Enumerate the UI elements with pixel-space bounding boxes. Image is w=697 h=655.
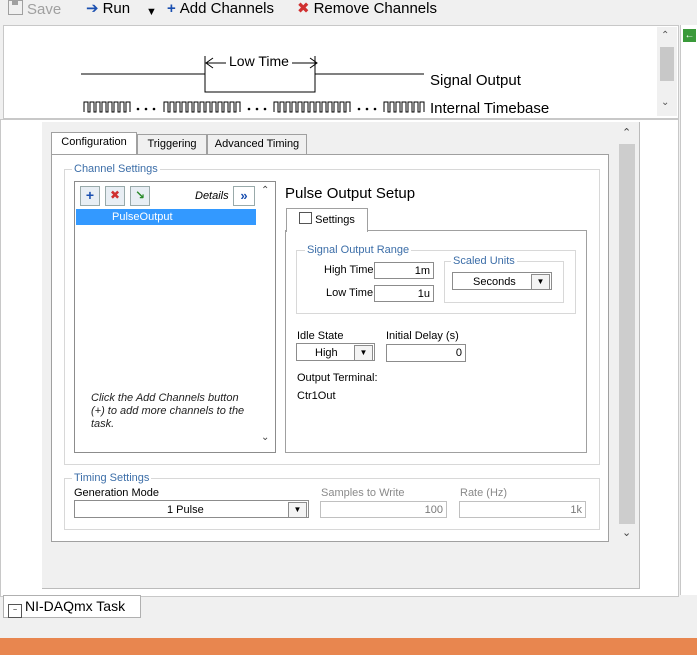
remove-channels-button[interactable]: ✖ Remove Channels — [297, 0, 437, 20]
plus-icon: + — [167, 0, 176, 17]
add-channels-hint: Click the Add Channels button (+) to add… — [91, 392, 245, 430]
scaled-units-title: Scaled Units — [451, 255, 517, 267]
taskbar-strip — [0, 638, 697, 655]
x-icon: ✖ — [297, 0, 310, 17]
run-button[interactable]: ➔ Run — [86, 0, 130, 20]
idle-state-value: High — [315, 347, 338, 359]
diagram-scrollbar[interactable]: ⌃ ⌄ — [657, 27, 677, 116]
timing-diagram: Low Time Signal Output Internal Timebase — [3, 25, 679, 119]
low-time-label: Low Time — [326, 287, 374, 299]
run-label: Run — [102, 0, 131, 17]
timing-diagram-svg — [81, 56, 425, 113]
remove-channel-button[interactable]: ✖ — [105, 186, 125, 206]
channel-list-scrollbar[interactable]: ⌃ ⌄ — [257, 182, 274, 450]
main-scrollbar[interactable]: ⌃ ⌄ — [617, 124, 637, 544]
initial-delay-input[interactable]: 0 — [386, 344, 466, 362]
channel-settings-title: Channel Settings — [72, 163, 160, 175]
generation-mode-value: 1 Pulse — [167, 504, 204, 516]
tab-advanced-timing[interactable]: Advanced Timing — [207, 134, 307, 155]
save-button[interactable]: Save — [8, 0, 61, 20]
idle-state-label: Idle State — [297, 330, 344, 342]
scroll-up-icon[interactable]: ⌃ — [261, 185, 269, 196]
add-channel-button[interactable]: + — [80, 186, 100, 206]
scroll-down-icon[interactable]: ⌄ — [261, 432, 269, 443]
output-terminal-value: Ctr1Out — [297, 390, 336, 402]
plus-icon: + — [85, 187, 95, 203]
tab-settings[interactable]: Settings — [286, 208, 368, 232]
low-time-input[interactable]: 1u — [374, 285, 434, 302]
help-back-icon[interactable]: ← — [683, 29, 696, 42]
settings-icon — [299, 212, 313, 224]
details-label: Details — [195, 190, 229, 202]
signal-output-range-title: Signal Output Range — [305, 244, 412, 256]
chevron-down-icon[interactable]: ▼ — [531, 274, 550, 290]
tab-triggering[interactable]: Triggering — [137, 134, 207, 155]
timing-settings-title: Timing Settings — [72, 472, 152, 484]
tab-configuration[interactable]: Configuration — [51, 132, 137, 155]
dropdown-arrow-icon: ▼ — [146, 6, 157, 18]
x-icon: ✖ — [109, 188, 121, 202]
generation-mode-select[interactable]: 1 Pulse ▼ — [74, 500, 309, 518]
daqmx-task-icon: ~ — [8, 604, 22, 618]
pulse-output-setup-title: Pulse Output Setup — [285, 185, 416, 202]
toolbar: Save ➔ Run ▼ + Add Channels ✖ Remove Channe… — [0, 0, 697, 20]
rate-input[interactable]: 1k — [459, 501, 586, 518]
save-label: Save — [27, 1, 62, 18]
add-channels-label: Add Channels — [179, 0, 274, 17]
high-time-input[interactable]: 1m — [374, 262, 434, 279]
scroll-up-icon[interactable]: ⌃ — [622, 126, 631, 139]
samples-to-write-input[interactable]: 100 — [320, 501, 447, 518]
signal-output-label: Signal Output — [430, 72, 521, 89]
channel-list-panel: + ✖ ↘ Details » PulseOutput Click the Ad… — [74, 181, 276, 453]
double-chevron-right-icon: » — [240, 188, 248, 203]
channel-list-toolbar: + ✖ ↘ Details » — [75, 182, 257, 208]
task-tab-label: NI-DAQmx Task — [25, 598, 126, 614]
chevron-down-icon[interactable]: ▼ — [354, 345, 373, 361]
channel-name: PulseOutput — [112, 211, 173, 223]
run-dropdown-button[interactable]: ▼ — [146, 3, 157, 23]
details-expand-button[interactable]: » — [233, 186, 255, 206]
save-icon — [8, 0, 23, 15]
samples-to-write-label: Samples to Write — [321, 487, 405, 499]
output-terminal-label: Output Terminal: — [297, 372, 378, 384]
help-panel: ← — [680, 25, 697, 595]
settings-tab-label: Settings — [315, 214, 355, 226]
scroll-down-icon[interactable]: ⌄ — [661, 97, 669, 108]
internal-timebase-label: Internal Timebase — [430, 100, 550, 117]
arrow-right-icon: ➔ — [86, 0, 99, 17]
remove-channels-label: Remove Channels — [313, 0, 437, 17]
high-time-label: High Time — [324, 264, 374, 276]
scroll-up-icon[interactable]: ⌃ — [661, 30, 669, 41]
scroll-down-icon[interactable]: ⌄ — [622, 526, 631, 539]
list-item[interactable]: PulseOutput — [76, 209, 256, 225]
scaled-units-select[interactable]: Seconds ▼ — [452, 272, 552, 290]
main-scroll-thumb[interactable] — [619, 144, 635, 524]
scaled-units-value: Seconds — [473, 276, 516, 288]
chevron-down-icon[interactable]: ▼ — [288, 502, 307, 518]
task-tab[interactable]: ~ NI-DAQmx Task — [3, 595, 141, 618]
initial-delay-label: Initial Delay (s) — [386, 330, 459, 342]
rename-arrow-icon: ↘ — [134, 188, 146, 202]
rename-channel-button[interactable]: ↘ — [130, 186, 150, 206]
low-time-diagram-label: Low Time — [226, 53, 292, 69]
diagram-scroll-thumb[interactable] — [660, 47, 674, 81]
idle-state-select[interactable]: High ▼ — [296, 343, 375, 361]
add-channels-button[interactable]: + Add Channels — [167, 0, 274, 20]
rate-label: Rate (Hz) — [460, 487, 508, 499]
generation-mode-label: Generation Mode — [74, 487, 159, 499]
